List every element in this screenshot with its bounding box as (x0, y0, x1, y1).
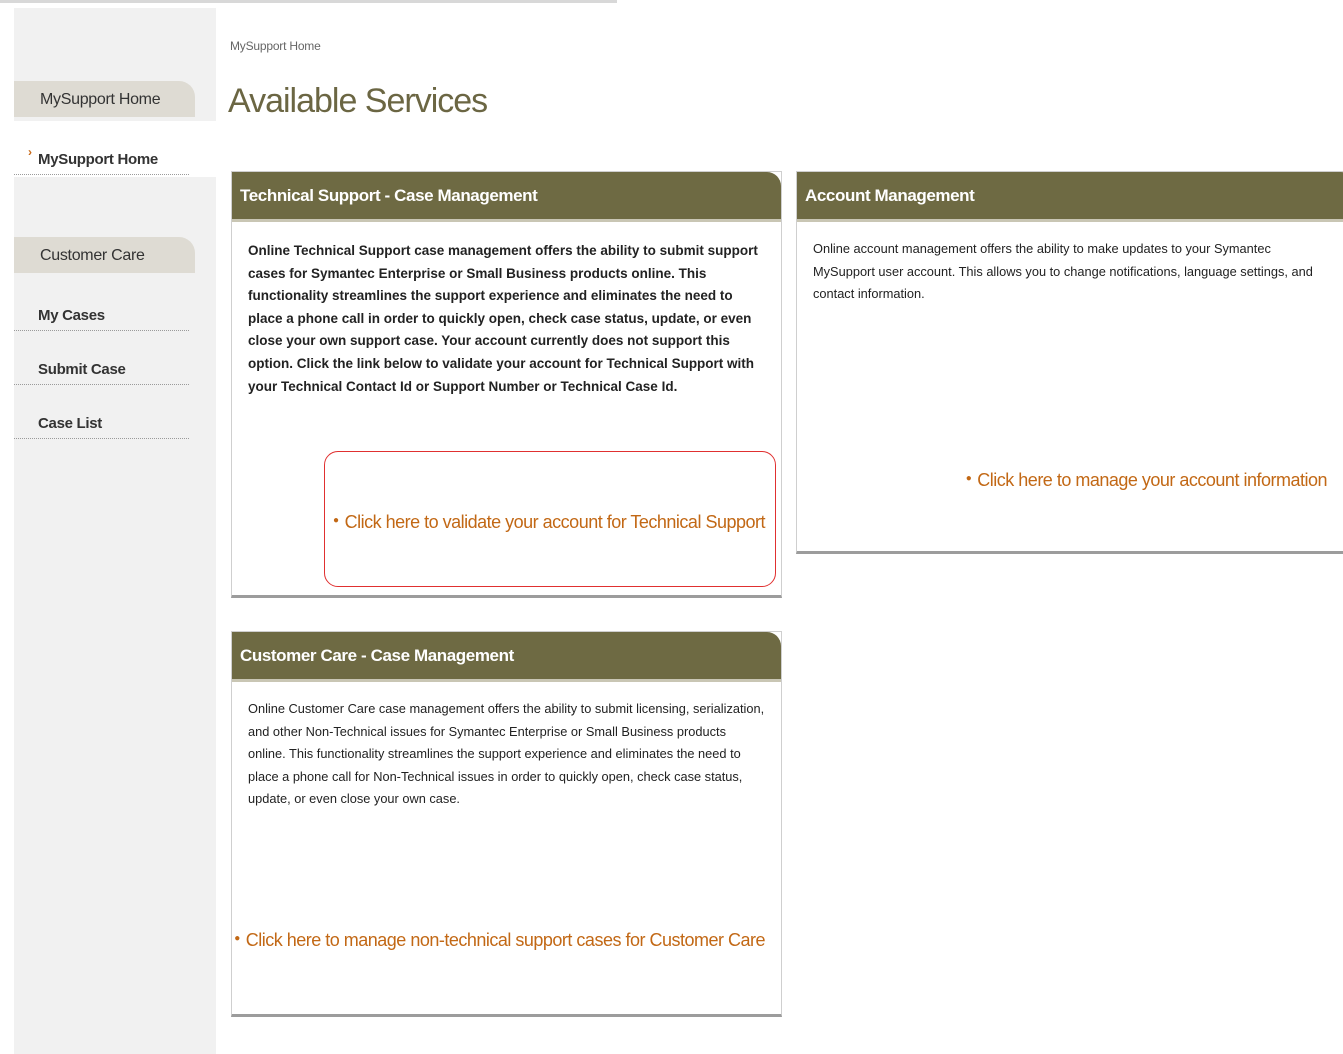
top-rule (0, 0, 617, 3)
sidebar-item-label: MySupport Home (38, 151, 158, 168)
sidebar-item-submit-case[interactable]: Submit Case (14, 347, 189, 385)
panel-description: Online Technical Support case management… (248, 243, 758, 394)
sidebar-item-case-list[interactable]: Case List (14, 401, 189, 439)
manage-account-link[interactable]: ● Click here to manage your account infor… (965, 470, 1328, 491)
highlight-annotation (324, 451, 776, 587)
sidebar-item-mysupport-home[interactable]: › MySupport Home (14, 137, 189, 175)
panel-title: Account Management (797, 172, 1343, 222)
customer-care-panel: Customer Care - Case Management Online C… (231, 631, 782, 1017)
bullet-icon: ● (965, 473, 972, 484)
page-title: Available Services (228, 82, 488, 120)
chevron-right-icon: › (28, 145, 32, 159)
sidebar-item-label: My Cases (38, 307, 105, 324)
panel-description: Online account management offers the abi… (813, 241, 1313, 302)
sidebar-item-my-cases[interactable]: My Cases (14, 293, 189, 331)
breadcrumb: MySupport Home (230, 39, 321, 53)
manage-customer-care-link[interactable]: ● Click here to manage non-technical supp… (234, 930, 765, 951)
sidebar-section-customer-care[interactable]: Customer Care (14, 237, 195, 273)
panel-title: Technical Support - Case Management (232, 172, 781, 222)
sidebar-item-label: Submit Case (38, 361, 126, 378)
panel-title: Customer Care - Case Management (232, 632, 781, 682)
account-management-panel: Account Management Online account manage… (796, 171, 1343, 554)
sidebar-section-mysupport[interactable]: MySupport Home (14, 81, 195, 117)
sidebar-item-label: Case List (38, 415, 102, 432)
panel-description: Online Customer Care case management off… (248, 701, 765, 807)
bullet-icon: ● (234, 933, 240, 944)
